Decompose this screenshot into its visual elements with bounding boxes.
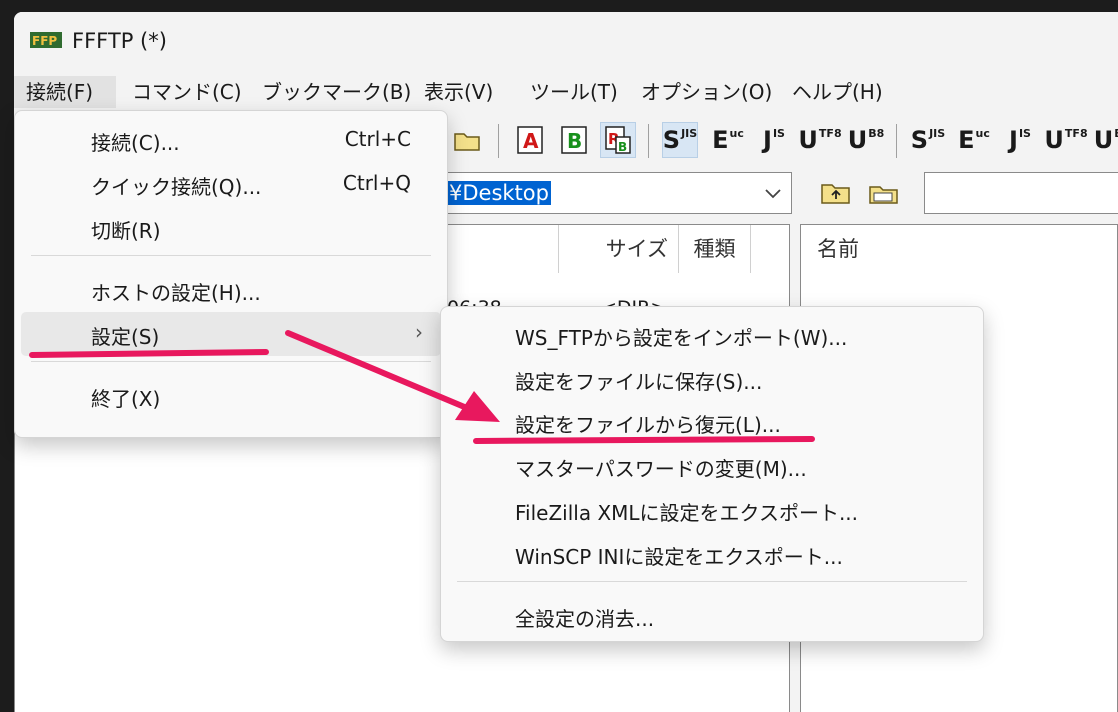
menu-help[interactable]: ヘルプ(H)	[792, 76, 883, 108]
menu-separator	[31, 255, 431, 256]
menu-item-settings[interactable]: 設定(S) ›	[21, 312, 441, 356]
euc-remote-icon[interactable]: Euc	[956, 122, 992, 158]
utf8-icon[interactable]: U TF8	[798, 122, 841, 158]
column-header-name[interactable]	[447, 225, 559, 273]
column-header-type[interactable]: 種類	[679, 225, 751, 273]
column-header-size[interactable]: サイズ	[559, 225, 679, 273]
folder-open-icon[interactable]	[450, 122, 486, 158]
submenu-save-to-file[interactable]: 設定をファイルに保存(S)...	[447, 357, 977, 401]
chevron-right-icon: ›	[415, 320, 423, 344]
menu-item-exit[interactable]: 終了(X)	[21, 374, 441, 418]
remote-folder-list-icon[interactable]	[866, 174, 902, 210]
settings-submenu: WS_FTPから設定をインポート(W)... 設定をファイルに保存(S)... …	[440, 306, 984, 642]
title-bar: FFP FFFTP (*)	[14, 12, 1118, 70]
svg-text:B: B	[567, 129, 582, 153]
menu-options[interactable]: オプション(O)	[641, 76, 772, 108]
connect-menu: 接続(C)... Ctrl+C クイック接続(Q)... Ctrl+Q 切断(R) …	[14, 110, 448, 438]
column-header-remote-name[interactable]: 名前	[801, 225, 1111, 273]
menu-tools[interactable]: ツール(T)	[530, 76, 618, 108]
submenu-change-master-password[interactable]: マスターパスワードの変更(M)...	[447, 444, 977, 488]
remote-path-combobox[interactable]	[924, 172, 1118, 214]
utf8-bom-remote-icon[interactable]: UB8	[1094, 122, 1118, 158]
svg-text:FFP: FFP	[32, 34, 57, 48]
ffftp-app-icon: FFP	[30, 32, 62, 48]
euc-icon[interactable]: Euc	[710, 122, 746, 158]
submenu-export-winscp[interactable]: WinSCP INIに設定をエクスポート...	[447, 532, 977, 576]
svg-text:A: A	[523, 129, 539, 153]
sjis-icon[interactable]: S JIS	[662, 122, 698, 158]
menu-item-host-settings[interactable]: ホストの設定(H)...	[21, 268, 441, 312]
submenu-clear-all-settings[interactable]: 全設定の消去...	[447, 594, 977, 638]
chevron-down-icon[interactable]	[763, 183, 783, 203]
submenu-restore-from-file[interactable]: 設定をファイルから復元(L)...	[447, 400, 977, 444]
window-title: FFFTP (*)	[72, 29, 167, 53]
remote-up-folder-icon[interactable]	[818, 174, 854, 210]
submenu-import-wsftp[interactable]: WS_FTPから設定をインポート(W)...	[447, 313, 977, 357]
ascii-mode-icon[interactable]: A	[512, 122, 548, 158]
local-path-text: ¥Desktop	[447, 181, 551, 205]
sjis-remote-icon[interactable]: S JIS	[910, 122, 946, 158]
menu-item-connect[interactable]: 接続(C)... Ctrl+C	[21, 118, 441, 162]
menu-separator	[31, 361, 431, 362]
binary-mode-icon[interactable]: B	[556, 122, 592, 158]
utf8-bom-icon[interactable]: U B8	[848, 122, 885, 158]
svg-text:B: B	[618, 140, 627, 154]
menu-command[interactable]: コマンド(C)	[132, 76, 242, 108]
menu-bookmark[interactable]: ブックマーク(B)	[262, 76, 411, 108]
menu-separator	[457, 581, 967, 582]
menu-view[interactable]: 表示(V)	[424, 76, 493, 108]
menu-item-disconnect[interactable]: 切断(R)	[21, 206, 441, 250]
menu-item-quick-connect[interactable]: クイック接続(Q)... Ctrl+Q	[21, 162, 441, 206]
menu-bar: 接続(F) コマンド(C) ブックマーク(B) 表示(V) ツール(T) オプシ…	[14, 76, 1118, 108]
submenu-export-filezilla[interactable]: FileZilla XMLに設定をエクスポート...	[447, 488, 977, 532]
auto-mode-icon[interactable]: RB	[600, 122, 636, 158]
jis-icon[interactable]: J IS	[756, 122, 792, 158]
utf8-remote-icon[interactable]: U TF8	[1044, 122, 1087, 158]
jis-remote-icon[interactable]: J IS	[1002, 122, 1038, 158]
menu-connect[interactable]: 接続(F)	[14, 76, 116, 108]
